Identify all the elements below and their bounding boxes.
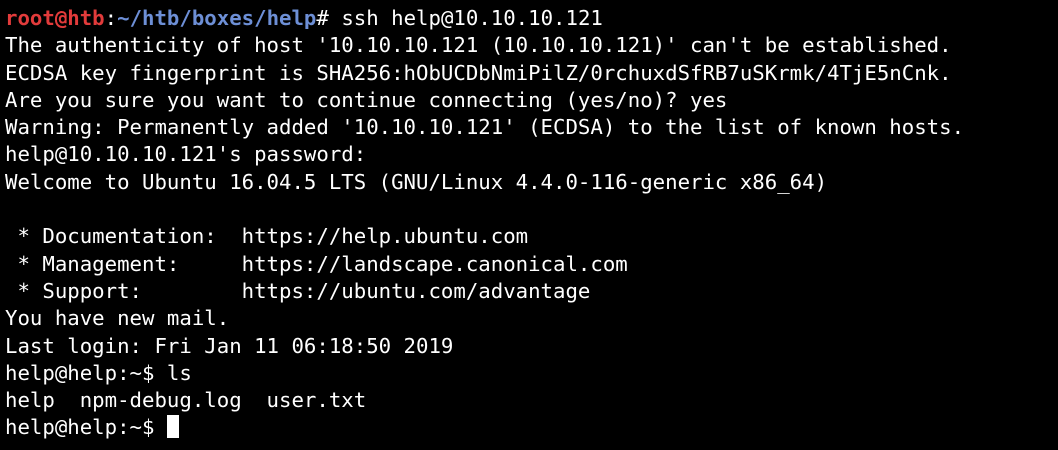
ssh-command: ssh help@10.10.10.121: [341, 6, 603, 30]
output-line-last-login: Last login: Fri Jan 11 06:18:50 2019: [5, 333, 454, 358]
output-line-documentation: * Documentation: https://help.ubuntu.com: [5, 224, 529, 249]
output-line-password: help@10.10.10.121's password:: [5, 142, 379, 167]
current-prompt-line[interactable]: help@help:~$: [5, 414, 1058, 441]
current-prompt: help@help:~$: [5, 415, 167, 440]
output-line-management: * Management: https://landscape.canonica…: [5, 251, 628, 276]
output-line-warning: Warning: Permanently added '10.10.10.121…: [5, 115, 965, 140]
prompt-path: ~/htb/boxes/help: [117, 6, 317, 30]
output-line-authenticity: The authenticity of host '10.10.10.121 (…: [5, 33, 952, 58]
output-line-support: * Support: https://ubuntu.com/advantage: [5, 278, 591, 303]
prompt-symbol: #: [316, 6, 342, 30]
output-line-mail: You have new mail.: [5, 306, 230, 331]
output-line-confirm: Are you sure you want to continue connec…: [5, 87, 728, 112]
output-line-fingerprint: ECDSA key fingerprint is SHA256:hObUCDbN…: [5, 60, 952, 85]
output-line-ls-command: help@help:~$ ls: [5, 360, 192, 385]
terminal-window[interactable]: root@htb:~/htb/boxes/help# ssh help@10.1…: [0, 0, 1058, 450]
terminal-cursor[interactable]: [166, 415, 179, 439]
root-prompt-line: root@htb:~/htb/boxes/help# ssh help@10.1…: [5, 5, 1058, 32]
output-line-welcome: Welcome to Ubuntu 16.04.5 LTS (GNU/Linux…: [5, 169, 828, 194]
prompt-separator: :: [104, 6, 118, 30]
output-line-blank: [5, 196, 1058, 223]
prompt-user-host: root@htb: [5, 6, 105, 30]
output-line-ls-result: help npm-debug.log user.txt: [5, 388, 367, 413]
